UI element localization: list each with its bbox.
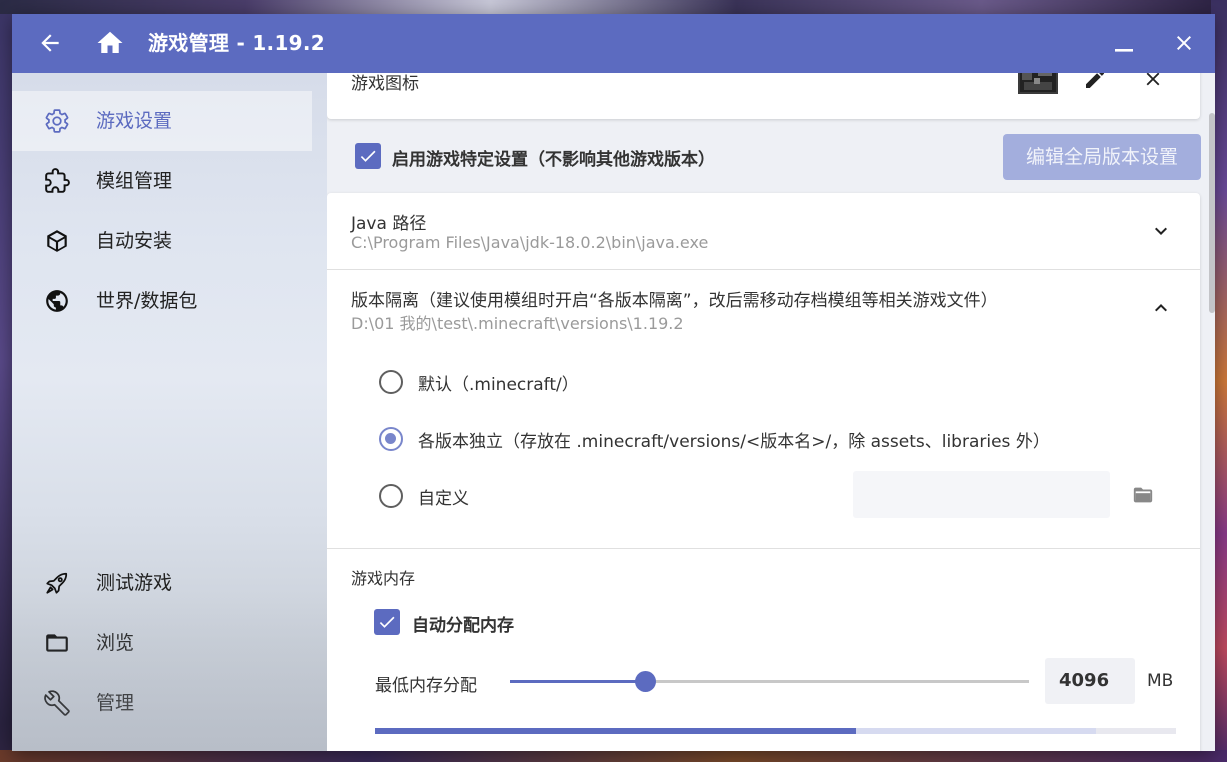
window-title: 游戏管理 - 1.19.2 [148,31,325,55]
game-icon-preview [1016,73,1060,96]
checkmark-icon [379,616,395,628]
memory-usage-bar [375,728,1176,734]
auto-memory-label: 自动分配内存 [412,616,514,636]
sidebar-item-worlds-datapacks[interactable]: 世界/数据包 [12,271,312,331]
chevron-up-icon [1155,304,1167,312]
memory-section-title: 游戏内存 [351,569,416,588]
close-icon [1177,36,1191,50]
checkmark-icon [360,150,376,162]
arrow-left-icon [41,34,59,52]
sidebar-item-test-game[interactable]: 测试游戏 [12,553,312,613]
home-button[interactable] [90,23,130,63]
sidebar-item-manage[interactable]: 管理 [12,673,312,733]
close-window-button[interactable] [1164,23,1204,63]
enable-special-settings-checkbox[interactable] [355,143,381,169]
command-block-icon [1018,73,1058,94]
sidebar-item-auto-install[interactable]: 自动安装 [12,211,312,271]
settings-content: 游戏图标 启用游戏特定设置（不影响其他游戏版本） 编辑全局版本设置 Java 路… [327,73,1215,751]
edit-icon-button[interactable] [1079,73,1111,95]
minimize-button[interactable] [1104,23,1144,63]
enable-special-settings-label: 启用游戏特定设置（不影响其他游戏版本） [392,150,715,170]
java-path-value: C:\Program Files\Java\jdk-18.0.2\bin\jav… [351,233,709,252]
back-button[interactable] [30,23,70,63]
version-isolation-title: 版本隔离（建议使用模组时开启“各版本隔离”，改后需移动存档模组等相关游戏文件） [351,291,998,311]
rocket-icon [44,570,70,596]
version-isolation-value: D:\01 我的\test\.minecraft\versions\1.19.2 [351,314,684,333]
divider [327,548,1200,549]
settings-card: Java 路径 C:\Program Files\Java\jdk-18.0.2… [327,193,1200,751]
minimize-icon [1115,49,1133,52]
java-path-title: Java 路径 [351,214,427,234]
wrench-icon [44,690,70,716]
browse-folder-button[interactable] [1129,482,1157,508]
content-scrollbar[interactable] [1209,113,1215,313]
slider-thumb[interactable] [634,671,656,692]
isolation-per-version-radio[interactable] [379,427,403,451]
auto-memory-checkbox[interactable] [374,609,400,635]
custom-path-input[interactable] [853,471,1110,518]
slider-fill [510,680,645,683]
game-icon-label: 游戏图标 [351,74,419,94]
min-memory-label: 最低内存分配 [375,676,477,696]
version-isolation-row[interactable]: 版本隔离（建议使用模组时开启“各版本隔离”，改后需移动存档模组等相关游戏文件） … [327,270,1200,346]
memory-used-fill [375,728,856,734]
sidebar-item-label: 自动安装 [96,230,173,252]
isolation-custom-label: 自定义 [418,489,469,509]
isolation-default-radio[interactable] [379,370,403,394]
sidebar-item-label: 游戏设置 [96,110,173,132]
min-memory-input[interactable]: 4096 [1045,658,1135,704]
min-memory-slider[interactable] [510,671,1029,692]
cube-icon [44,228,70,254]
isolation-default-label: 默认（.minecraft/） [418,375,579,395]
edit-global-settings-button[interactable]: 编辑全局版本设置 [1003,134,1201,180]
sidebar-item-game-settings[interactable]: 游戏设置 [12,91,312,151]
close-icon [1146,73,1160,86]
game-manager-window: 游戏管理 - 1.19.2 游戏设置 模组管理 自动安装 世界/数据包 测试游戏… [12,14,1215,751]
isolation-custom-radio[interactable] [379,484,403,508]
remove-icon-button[interactable] [1137,73,1169,95]
globe-icon [44,288,70,314]
folder-open-icon [1133,487,1153,503]
memory-unit-label: MB [1147,671,1174,691]
puzzle-icon [44,168,70,194]
folder-icon [44,630,70,656]
sidebar-item-mod-management[interactable]: 模组管理 [12,151,312,211]
gear-icon [44,108,70,134]
isolation-per-version-label: 各版本独立（存放在 .minecraft/versions/<版本名>/，除 a… [418,432,1050,452]
sidebar-item-label: 浏览 [96,632,135,654]
java-path-row[interactable]: Java 路径 C:\Program Files\Java\jdk-18.0.2… [327,193,1200,269]
chevron-down-icon [1155,227,1167,235]
sidebar-item-browse[interactable]: 浏览 [12,613,312,673]
pencil-icon [1086,73,1105,88]
home-icon [97,31,123,53]
sidebar-item-label: 世界/数据包 [96,290,198,312]
sidebar-item-label: 模组管理 [96,170,173,192]
sidebar-item-label: 测试游戏 [96,572,173,594]
game-icon-card: 游戏图标 [327,73,1200,119]
title-bar: 游戏管理 - 1.19.2 [12,14,1215,73]
sidebar-item-label: 管理 [96,692,135,714]
sidebar: 游戏设置 模组管理 自动安装 世界/数据包 测试游戏 浏览 管理 [12,73,327,751]
